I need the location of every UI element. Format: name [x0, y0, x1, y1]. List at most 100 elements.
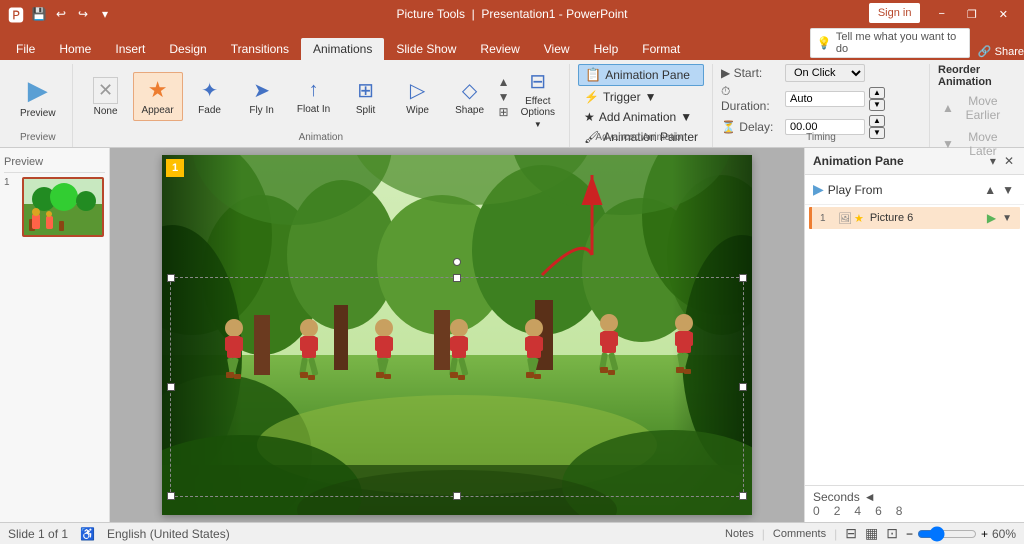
status-bar: Slide 1 of 1 ♿ English (United States) N…: [0, 522, 1024, 544]
save-button[interactable]: 💾: [30, 5, 48, 23]
tab-design[interactable]: Design: [157, 38, 218, 60]
slide-editing-area[interactable]: 1: [110, 148, 804, 522]
tab-format[interactable]: Format: [630, 38, 692, 60]
effect-options-button[interactable]: ⊟ Effect Options ▼: [515, 65, 561, 129]
anim-none[interactable]: ✕ None: [81, 73, 131, 121]
status-divider2: |: [834, 527, 837, 541]
delay-up-button[interactable]: ▲: [869, 115, 885, 127]
tab-review[interactable]: Review: [468, 38, 531, 60]
anim-appear[interactable]: ★ Appear: [133, 72, 183, 121]
restore-button[interactable]: ❐: [959, 6, 985, 23]
anim-flyin[interactable]: ➤ Fly In: [237, 74, 287, 120]
handle-top-left[interactable]: [167, 274, 175, 282]
tab-slideshow[interactable]: Slide Show: [384, 38, 468, 60]
zoom-in-button[interactable]: +: [981, 527, 988, 541]
move-later-button[interactable]: ▼ Move Later: [938, 128, 1012, 160]
start-select[interactable]: On Click: [785, 64, 865, 82]
scroll-up-button[interactable]: ▲: [497, 75, 511, 89]
anim-floatin-icon: ↑: [309, 79, 319, 102]
search-box[interactable]: 💡 Tell me what you want to do: [810, 28, 970, 58]
anim-shape[interactable]: ◇ Shape: [445, 74, 495, 120]
anim-fade[interactable]: ✦ Fade: [185, 74, 235, 120]
duration-down-button[interactable]: ▼: [869, 99, 885, 111]
handle-middle-right[interactable]: [739, 383, 747, 391]
tab-home[interactable]: Home: [47, 38, 103, 60]
anim-split-icon: ⊞: [357, 78, 374, 103]
scroll-more-button[interactable]: ⊞: [497, 105, 511, 119]
ribbon-content: ▶ Preview Preview ✕ None ★ Appear: [0, 60, 1024, 148]
delay-down-button[interactable]: ▼: [869, 127, 885, 139]
slide-number-badge: 1: [166, 159, 184, 177]
tab-animations[interactable]: Animations: [301, 38, 384, 60]
start-label: ▶ Start:: [721, 66, 781, 80]
timeline-controls: Seconds ◄: [813, 490, 1016, 504]
play-from-button[interactable]: ▶ Play From: [813, 181, 882, 198]
zoom-out-button[interactable]: −: [906, 527, 913, 541]
play-from-row: ▶ Play From ▲ ▼: [805, 175, 1024, 205]
trigger-button[interactable]: ⚡ Trigger ▼: [578, 88, 704, 106]
share-button[interactable]: 🔗 Share: [978, 45, 1024, 58]
ribbon-group-preview: ▶ Preview Preview: [4, 64, 73, 147]
anim-shape-icon: ◇: [462, 78, 477, 103]
anim-floatin[interactable]: ↑ Float In: [289, 75, 339, 119]
zoom-level: 60%: [992, 527, 1016, 541]
anim-none-icon: ✕: [93, 77, 118, 104]
notes-button[interactable]: Notes: [725, 528, 754, 540]
move-later-icon: ▼: [942, 137, 954, 151]
fit-view-button[interactable]: ⊟: [845, 525, 857, 542]
scroll-down-button[interactable]: ▼: [497, 90, 511, 104]
slide-canvas[interactable]: 1: [162, 155, 752, 515]
animation-pane-button[interactable]: 📋 Animation Pane: [578, 64, 704, 86]
duration-up-button[interactable]: ▲: [869, 87, 885, 99]
tab-help[interactable]: Help: [582, 38, 631, 60]
preview-sidebar-label: Preview: [4, 152, 105, 173]
zoom-slider[interactable]: [917, 526, 977, 542]
duration-input[interactable]: [785, 91, 865, 107]
handle-middle-left[interactable]: [167, 383, 175, 391]
thumbnail-svg: [24, 179, 104, 237]
delay-icon: ⏳: [721, 120, 736, 134]
minimize-button[interactable]: −: [930, 6, 952, 22]
customize-qa-button[interactable]: ▾: [96, 5, 114, 23]
animation-list-item[interactable]: 1 🖼 ★ Picture 6 ▶ ▼: [809, 207, 1020, 229]
main-area: Preview 1: [0, 148, 1024, 522]
move-earlier-button[interactable]: ▲ Move Earlier: [938, 92, 1012, 124]
accessibility-icon: ♿: [80, 527, 95, 541]
handle-bottom-right[interactable]: [739, 492, 747, 500]
tab-transitions[interactable]: Transitions: [219, 38, 301, 60]
handle-top-right[interactable]: [739, 274, 747, 282]
anim-wipe[interactable]: ▷ Wipe: [393, 74, 443, 120]
tab-view[interactable]: View: [532, 38, 582, 60]
animation-scroll: ▲ ▼ ⊞: [497, 75, 511, 119]
tab-file[interactable]: File: [4, 38, 47, 60]
slide-thumbnail[interactable]: [22, 177, 104, 237]
close-button[interactable]: ✕: [991, 6, 1016, 23]
signin-button[interactable]: Sign in: [869, 3, 921, 23]
anim-split[interactable]: ⊞ Split: [341, 74, 391, 120]
seconds-label: Seconds: [813, 490, 860, 504]
anim-item-number: 1: [820, 213, 832, 224]
undo-button[interactable]: ↩: [52, 5, 70, 23]
handle-top-middle[interactable]: [453, 274, 461, 282]
title-bar-left: 🅿 💾 ↩ ↪ ▾: [8, 2, 114, 26]
ribbon-group-advanced: 📋 Animation Pane ⚡ Trigger ▼ ★ Add Anima…: [570, 64, 713, 147]
ribbon-tabs: File Home Insert Design Transitions Anim…: [0, 28, 1024, 60]
redo-button[interactable]: ↪: [74, 5, 92, 23]
rotate-handle[interactable]: [453, 258, 461, 266]
window-title: Picture Tools | Presentation1 - PowerPoi…: [396, 7, 627, 21]
add-animation-button[interactable]: ★ Add Animation ▼: [578, 108, 704, 126]
timeline-back-button[interactable]: ◄: [864, 490, 876, 504]
pane-up-button[interactable]: ▲: [982, 183, 998, 197]
handle-bottom-middle[interactable]: [453, 492, 461, 500]
pane-down-button[interactable]: ▼: [1000, 183, 1016, 197]
comments-button[interactable]: Comments: [773, 528, 826, 540]
anim-appear-icon: ★: [148, 77, 168, 103]
tab-insert[interactable]: Insert: [103, 38, 157, 60]
ruler-mark-0: 0: [813, 504, 820, 518]
anim-item-dropdown-icon[interactable]: ▼: [1002, 213, 1012, 224]
slideshow-view-button[interactable]: ⊡: [886, 525, 898, 542]
preview-button[interactable]: ▶ Preview: [12, 71, 64, 123]
normal-view-button[interactable]: ▦: [865, 525, 878, 542]
handle-bottom-left[interactable]: [167, 492, 175, 500]
ribbon-group-timing: ▶ Start: On Click ⏱ Duration: ▲ ▼: [713, 64, 930, 147]
